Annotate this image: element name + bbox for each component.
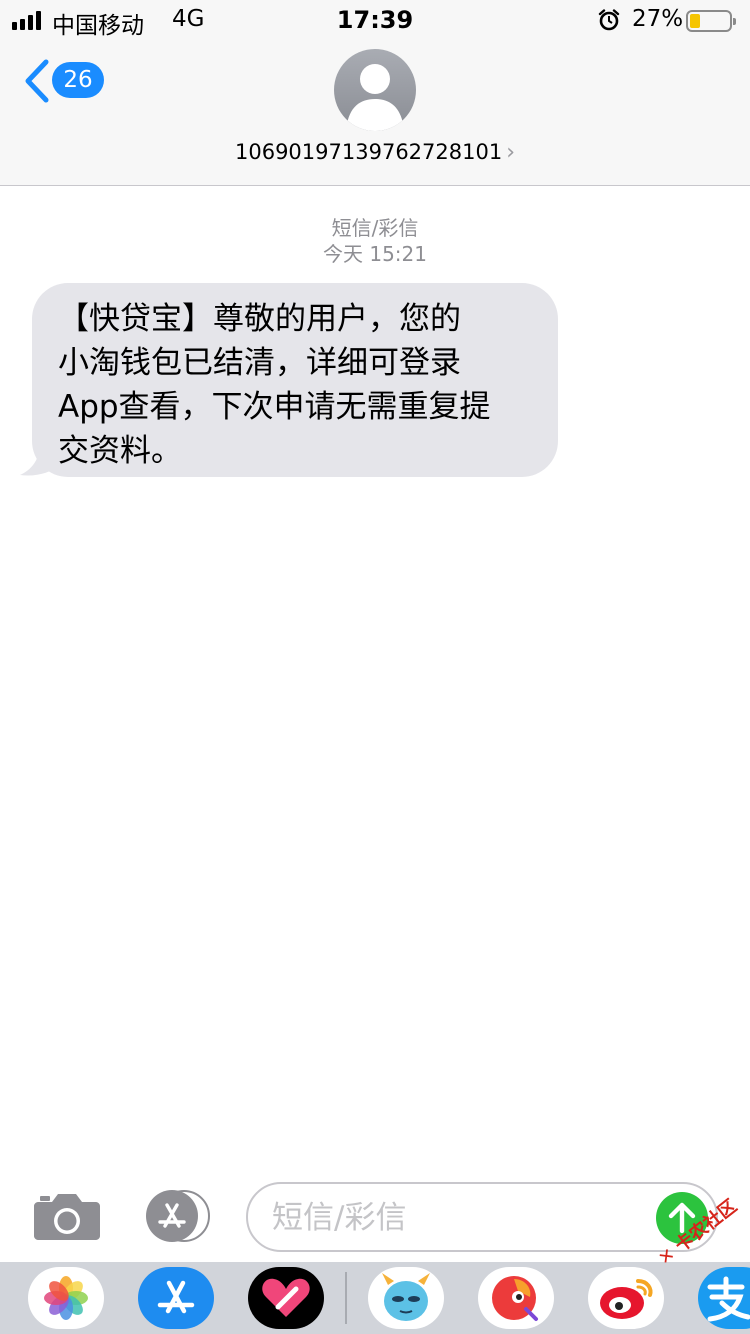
message-bubble: 【快贷宝】尊敬的用户，您的 小淘钱包已结清，详细可登录 App查看，下次申请无需…	[32, 283, 558, 477]
unread-count-badge: 26	[52, 62, 104, 98]
contact-number: 10690197139762728101	[234, 140, 503, 164]
app-store-icon[interactable]	[138, 1267, 214, 1329]
app-drawer	[0, 1262, 750, 1334]
message-line: 【快贷宝】尊敬的用户，您的	[58, 301, 461, 337]
person-silhouette-icon	[346, 64, 404, 131]
message-input[interactable]	[272, 1196, 652, 1240]
conversation-header: 26 10690197139762728101 ›	[0, 40, 750, 186]
message-line: 交资料。	[58, 433, 182, 469]
camera-icon[interactable]	[34, 1192, 100, 1240]
cartoon-monster-app-icon[interactable]	[368, 1267, 444, 1329]
photos-icon[interactable]	[28, 1267, 104, 1329]
tray-divider	[345, 1272, 347, 1324]
app-store-icon[interactable]	[140, 1190, 212, 1242]
battery-icon	[686, 10, 736, 32]
chevron-right-icon: ›	[506, 140, 516, 165]
message-line: App查看，下次申请无需重复提	[58, 389, 491, 425]
alarm-clock-icon	[598, 9, 620, 31]
message-line: 小淘钱包已结清，详细可登录	[58, 345, 461, 381]
battery-percentage: 27%	[632, 6, 684, 32]
status-bar: 中国移动 4G 17:39 27%	[0, 0, 750, 40]
heart-app-icon[interactable]	[248, 1267, 324, 1329]
message-timestamp: 今天 15:21	[323, 242, 427, 266]
red-bird-app-icon[interactable]	[478, 1267, 554, 1329]
contact-details-link[interactable]: 10690197139762728101 ›	[0, 140, 750, 165]
compose-bar	[0, 1178, 750, 1258]
contact-avatar[interactable]	[334, 49, 416, 131]
weibo-icon[interactable]	[588, 1267, 664, 1329]
alipay-icon[interactable]	[698, 1267, 750, 1329]
battery-fill	[690, 14, 700, 28]
chevron-left-icon	[25, 59, 49, 103]
message-input-field[interactable]	[246, 1182, 718, 1252]
back-button[interactable]: 26	[22, 58, 112, 104]
incoming-message[interactable]: 【快贷宝】尊敬的用户，您的 小淘钱包已结清，详细可登录 App查看，下次申请无需…	[20, 283, 558, 477]
message-type-label: 短信/彩信	[331, 216, 419, 240]
